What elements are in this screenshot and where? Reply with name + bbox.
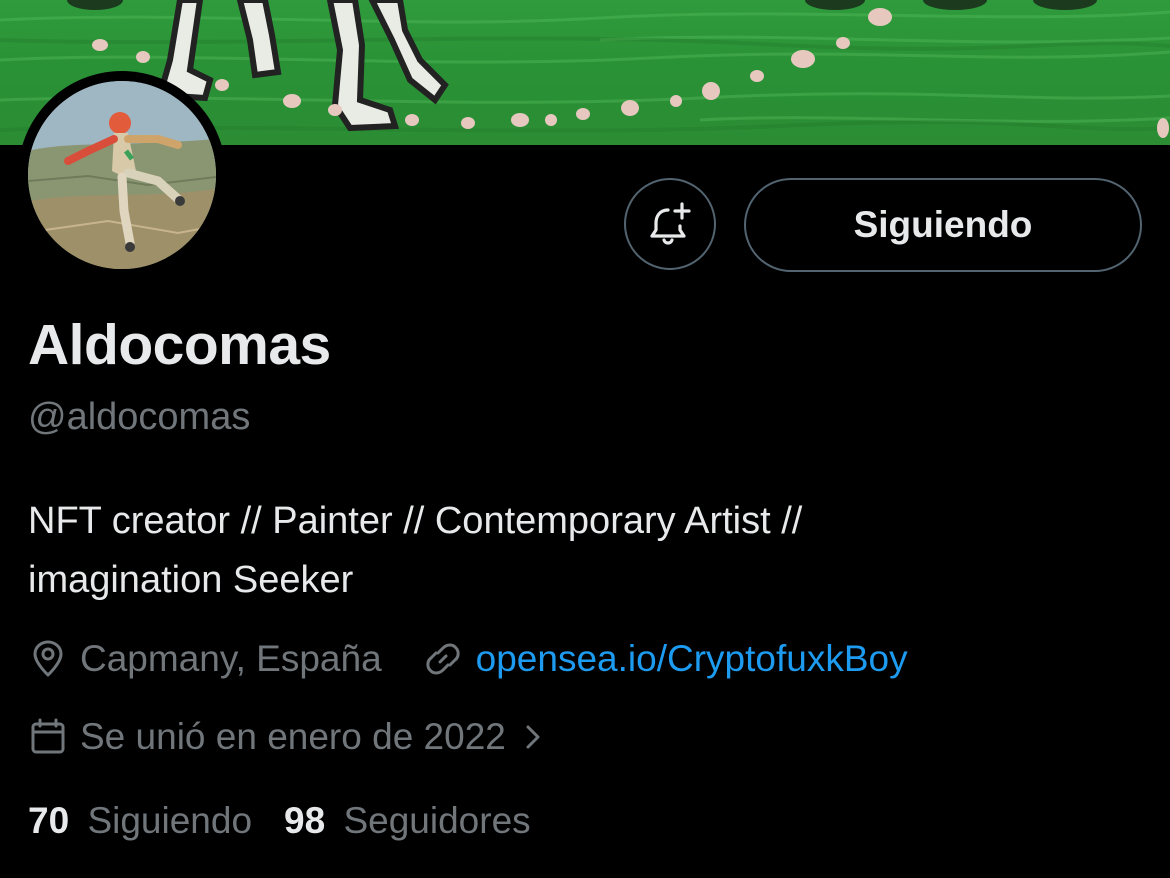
- profile-bio: NFT creator // Painter // Contemporary A…: [28, 492, 1128, 610]
- avatar-ring: [18, 71, 226, 279]
- following-label: Siguiendo: [87, 800, 253, 841]
- following-button[interactable]: Siguiendo: [744, 178, 1142, 272]
- bell-plus-icon: [646, 200, 694, 248]
- chevron-right-icon: [520, 721, 544, 753]
- calendar-icon: [28, 717, 68, 757]
- notifications-button[interactable]: [624, 178, 716, 270]
- joined-date-text: Se unió en enero de 2022: [80, 716, 506, 757]
- profile-stats: 70 Siguiendo 98 Seguidores: [28, 798, 531, 844]
- profile-meta-joined[interactable]: Se unió en enero de 2022: [28, 714, 544, 760]
- followers-count: 98: [284, 800, 326, 841]
- display-name: Aldocomas: [28, 313, 331, 377]
- avatar-skydiver-photo: [28, 81, 216, 269]
- following-button-label: Siguiendo: [853, 204, 1033, 245]
- avatar[interactable]: [28, 81, 216, 269]
- link-icon: [422, 638, 464, 680]
- followers-label: Seguidores: [343, 800, 531, 841]
- bio-line: NFT creator // Painter // Contemporary A…: [28, 500, 803, 542]
- followers-stat[interactable]: 98 Seguidores: [284, 798, 531, 844]
- location-text: Capmany, España: [80, 638, 382, 679]
- bio-line: imagination Seeker: [28, 559, 354, 601]
- profile-meta-location-website: Capmany, España opensea.io/CryptofuxkBoy: [28, 636, 908, 682]
- following-count: 70: [28, 800, 70, 841]
- following-stat[interactable]: 70 Siguiendo: [28, 798, 252, 844]
- profile-page: Siguiendo Aldocomas @aldocomas NFT creat…: [0, 0, 1170, 878]
- username-handle: @aldocomas: [28, 396, 251, 438]
- website-link[interactable]: opensea.io/CryptofuxkBoy: [476, 636, 908, 682]
- map-pin-icon: [28, 639, 68, 679]
